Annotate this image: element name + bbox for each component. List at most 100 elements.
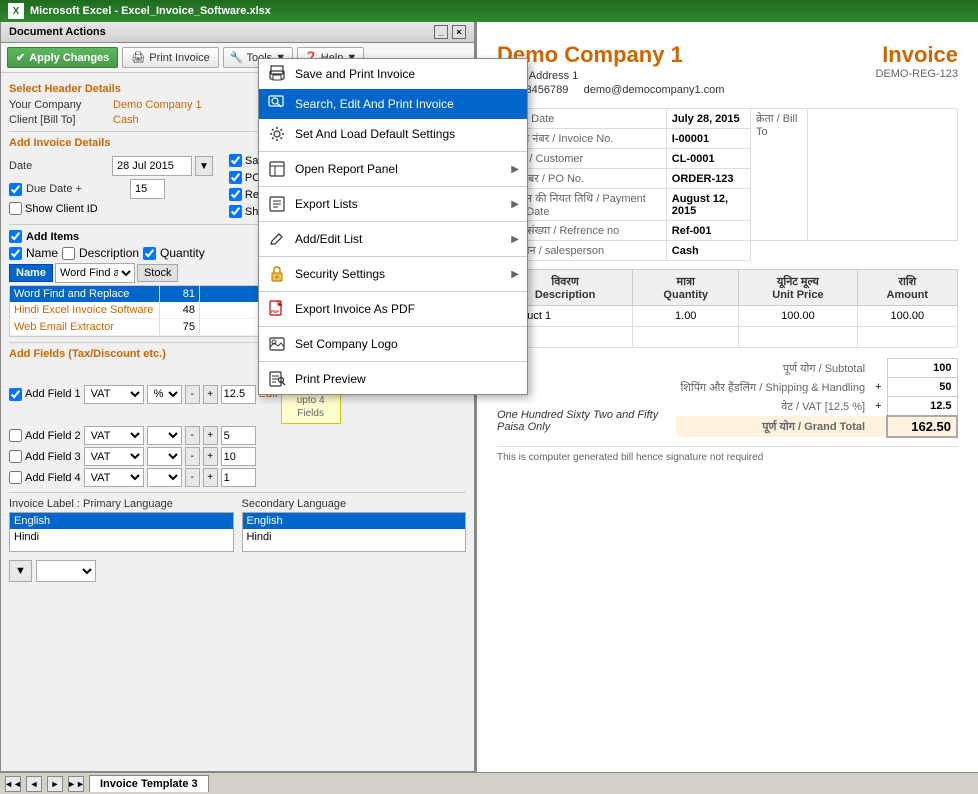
nav-last-button[interactable]: ►► (68, 776, 84, 792)
due-date-checkbox[interactable] (9, 183, 22, 196)
client-value[interactable]: Cash (113, 114, 139, 126)
lang-item-english-primary[interactable]: English (10, 513, 233, 529)
word-find-dropdown[interactable]: Word Find and Repla (55, 263, 135, 283)
sheet-tab-invoice[interactable]: Invoice Template 3 (89, 775, 209, 792)
name-tab-selected[interactable]: Name (9, 264, 53, 282)
nav-first-button[interactable]: ◄◄ (5, 776, 21, 792)
company-info: Demo Company 1 Demo Address 1 T - 123456… (497, 42, 724, 98)
unit-price-header: यूनिट मूल्य Unit Price (739, 270, 857, 306)
menu-sep-7 (259, 361, 527, 362)
primary-lang-list[interactable]: English Hindi (9, 512, 234, 552)
field4-value[interactable] (221, 468, 256, 487)
field2-minus[interactable]: - (185, 426, 200, 445)
stock-tab[interactable]: Stock (137, 264, 179, 282)
desc-col-checkbox[interactable] (62, 247, 75, 260)
company-name: Demo Company 1 (497, 42, 724, 68)
items-table: विवरण Description मात्रा Quantity यूनिट … (497, 269, 958, 348)
field2-unit[interactable] (147, 426, 182, 445)
your-company-value[interactable]: Demo Company 1 (113, 99, 202, 111)
ref-checkbox[interactable] (229, 188, 242, 201)
field3-plus[interactable]: + (203, 447, 218, 466)
lang-item-english-secondary[interactable]: English (243, 513, 466, 529)
secondary-lang-list[interactable]: English Hindi (242, 512, 467, 552)
field4-plus[interactable]: + (203, 468, 218, 487)
close-button[interactable]: × (452, 25, 466, 39)
invoice-item-row-1: Product 1 1.00 100.00 100.00 (498, 306, 958, 327)
field4-minus[interactable]: - (185, 468, 200, 487)
menu-add-edit-label: Add/Edit List (295, 232, 503, 246)
field4-checkbox[interactable] (9, 471, 22, 484)
field2-type[interactable]: VAT (84, 426, 144, 445)
invoice-item-row-empty (498, 327, 958, 348)
lang-item-hindi-secondary[interactable]: Hindi (243, 529, 466, 545)
item-name-2: Hindi Excel Invoice Software (10, 302, 160, 318)
tools-icon: 🔧 (230, 51, 244, 64)
field1-type[interactable]: VAT (84, 385, 144, 404)
field3-value[interactable] (221, 447, 256, 466)
date-input[interactable] (112, 156, 192, 176)
menu-sep-5 (259, 291, 527, 292)
menu-item-save-print[interactable]: Save and Print Invoice (259, 59, 527, 89)
summary-section: पूर्ण योग / Subtotal 100 शिपिंग और हैंडल… (676, 358, 959, 438)
print-invoice-button[interactable]: 🖨 Print Invoice (122, 47, 219, 68)
empty-row-amount (857, 327, 957, 348)
nav-next-button[interactable]: ► (47, 776, 63, 792)
bottom-dropdown[interactable] (36, 560, 96, 582)
name-col-checkbox[interactable] (9, 247, 22, 260)
invoice-reg-num: DEMO-REG-123 (875, 68, 958, 80)
excel-bottom-bar: ◄◄ ◄ ► ►► Invoice Template 3 (0, 772, 978, 794)
edit-menu-icon (267, 229, 287, 249)
po-checkbox[interactable] (229, 171, 242, 184)
apply-changes-button[interactable]: ✔ Apply Changes (7, 47, 118, 68)
field4-unit[interactable] (147, 468, 182, 487)
printer-menu-icon (267, 64, 287, 84)
field1-checkbox[interactable] (9, 388, 22, 401)
field3-unit[interactable] (147, 447, 182, 466)
add-items-checkbox[interactable] (9, 230, 22, 243)
field3-type[interactable]: VAT (84, 447, 144, 466)
field2-plus[interactable]: + (203, 426, 218, 445)
bill-to-value (808, 109, 958, 241)
show-client-id-checkbox[interactable] (9, 202, 22, 215)
add-button[interactable]: ▼ (9, 560, 32, 582)
minimize-button[interactable]: _ (434, 25, 448, 39)
svg-text:PDF: PDF (271, 309, 280, 314)
invoice-header: Demo Company 1 Demo Address 1 T - 123456… (497, 42, 958, 98)
lang-item-hindi-primary[interactable]: Hindi (10, 529, 233, 545)
menu-set-load-label: Set And Load Default Settings (295, 127, 519, 141)
menu-open-report-label: Open Report Panel (295, 162, 503, 176)
menu-item-set-load[interactable]: Set And Load Default Settings (259, 119, 527, 149)
security-arrow-icon: ▶ (511, 269, 519, 280)
detail-row-date: तिथि / Date July 28, 2015 क्रेता / Bill … (498, 109, 958, 129)
menu-item-print-preview[interactable]: Print Preview (259, 364, 527, 394)
due-date-input[interactable] (130, 179, 165, 199)
printer-icon: 🖨 (131, 51, 145, 64)
bottom-controls: ▼ (9, 560, 466, 582)
menu-item-security[interactable]: Security Settings ▶ (259, 259, 527, 289)
empty-row-price (739, 327, 857, 348)
menu-item-export-pdf[interactable]: PDF Export Invoice As PDF (259, 294, 527, 324)
ref-detail-value: Ref-001 (666, 221, 750, 241)
field3-checkbox[interactable] (9, 450, 22, 463)
date-row: Date ▼ (9, 156, 213, 176)
field3-minus[interactable]: - (185, 447, 200, 466)
qty-col-checkbox[interactable] (143, 247, 156, 260)
ship-checkbox[interactable] (229, 205, 242, 218)
qty-header: मात्रा Quantity (633, 270, 739, 306)
field1-plus[interactable]: + (203, 385, 218, 404)
add-edit-arrow-icon: ▶ (511, 234, 519, 245)
field2-value[interactable] (221, 426, 256, 445)
menu-item-export-lists[interactable]: Export Lists ▶ (259, 189, 527, 219)
nav-prev-button[interactable]: ◄ (26, 776, 42, 792)
field4-type[interactable]: VAT (84, 468, 144, 487)
field2-checkbox[interactable] (9, 429, 22, 442)
menu-item-open-report[interactable]: Open Report Panel ▶ (259, 154, 527, 184)
field1-unit[interactable]: % (147, 385, 182, 404)
menu-item-search-edit-print[interactable]: Search, Edit And Print Invoice (259, 89, 527, 119)
field1-value[interactable] (221, 385, 256, 404)
field1-minus[interactable]: - (185, 385, 200, 404)
menu-item-add-edit[interactable]: Add/Edit List ▶ (259, 224, 527, 254)
sales-checkbox[interactable] (229, 154, 242, 167)
date-picker-button[interactable]: ▼ (195, 156, 213, 176)
menu-item-company-logo[interactable]: Set Company Logo (259, 329, 527, 359)
